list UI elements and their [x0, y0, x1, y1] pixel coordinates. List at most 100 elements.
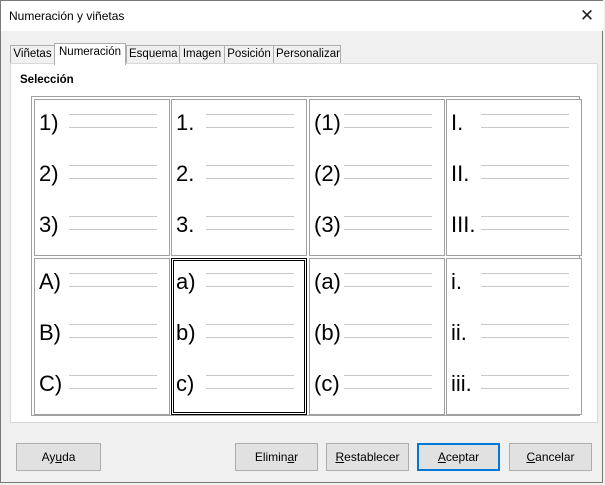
tab-esquema[interactable]: Esquema [126, 45, 180, 64]
preview-line [344, 178, 432, 179]
reset-button[interactable]: Restablecer [326, 443, 409, 471]
preset-number-label: III. [451, 212, 476, 237]
preset-line: A) [38, 268, 168, 298]
preview-line [206, 165, 294, 166]
preset-line: (b) [313, 319, 443, 349]
preset-number-label: (b) [314, 320, 341, 345]
preview-line [206, 216, 294, 217]
preview-line [481, 178, 569, 179]
preset-line: i. [450, 268, 580, 298]
delete-button[interactable]: Elimin a r [235, 443, 318, 471]
preset-line: (1) [313, 109, 443, 139]
preview-line [344, 388, 432, 389]
preset-line: (c) [313, 370, 443, 400]
preview-line [69, 178, 157, 179]
cancel-button[interactable]: Cancelar [509, 443, 592, 471]
preview-line [206, 273, 294, 274]
help-label-mnemonic: u [55, 450, 63, 464]
numbering-preset[interactable]: (a) (b) (c) [309, 258, 445, 415]
preset-number-label: A) [39, 269, 61, 294]
preview-line [344, 337, 432, 338]
preview-line [344, 286, 432, 287]
preview-line [481, 273, 569, 274]
numbering-preset[interactable]: I. II. III. [446, 99, 582, 256]
preset-number-label: B) [39, 320, 61, 345]
preview-line [481, 375, 569, 376]
tab-vinetas[interactable]: Viñetas [10, 45, 55, 64]
preview-line [481, 286, 569, 287]
preset-number-label: 1) [39, 110, 59, 135]
preview-line [344, 127, 432, 128]
numbering-preset[interactable]: 1) 2) 3) [34, 99, 170, 256]
help-button[interactable]: Ay u da [16, 443, 101, 471]
preset-number-label: a) [176, 269, 196, 294]
numbering-preset[interactable]: i. ii. iii. [446, 258, 582, 415]
preset-line: C) [38, 370, 168, 400]
title-bar: Numeración y viñetas ✕ [1, 1, 604, 31]
ok-label-mnemonic: A [437, 450, 446, 464]
tab-imagen[interactable]: Imagen [179, 45, 225, 64]
preset-line: 3) [38, 211, 168, 241]
preview-line [481, 114, 569, 115]
preview-line [69, 324, 157, 325]
preview-line [344, 165, 432, 166]
preset-number-label: (3) [314, 212, 341, 237]
preset-number-label: b) [176, 320, 196, 345]
preview-line [344, 324, 432, 325]
numbering-preset[interactable]: 1. 2. 3. [171, 99, 307, 256]
cancel-label-post: ancelar [535, 450, 575, 464]
preview-line [206, 324, 294, 325]
delete-label-mnemonic: a [287, 450, 295, 464]
preview-line [481, 165, 569, 166]
preset-number-label: (a) [314, 269, 341, 294]
preview-line [69, 229, 157, 230]
preview-line [344, 114, 432, 115]
preset-line: (3) [313, 211, 443, 241]
help-label-post: da [62, 450, 76, 464]
preview-line [481, 324, 569, 325]
preview-line [481, 229, 569, 230]
preview-line [206, 229, 294, 230]
preset-number-label: 1. [176, 110, 195, 135]
preview-line [69, 114, 157, 115]
selection-label: Selección [20, 74, 74, 86]
preset-number-label: 3) [39, 212, 59, 237]
numbering-preset[interactable]: a) b) c) [171, 258, 307, 415]
preset-line: 1) [38, 109, 168, 139]
preset-line: 2) [38, 160, 168, 190]
preset-line: 3. [175, 211, 305, 241]
numbering-preset[interactable]: (1) (2) (3) [309, 99, 445, 256]
preview-line [344, 273, 432, 274]
preview-line [69, 127, 157, 128]
tab-personalizar[interactable]: Personalizar [273, 45, 341, 64]
preset-number-label: I. [451, 110, 464, 135]
preset-number-label: (c) [314, 371, 340, 396]
reset-label-post: establecer [344, 450, 400, 464]
preset-number-label: 2) [39, 161, 59, 186]
preset-line: a) [175, 268, 305, 298]
preset-number-label: C) [39, 371, 63, 396]
tab-numeracion[interactable]: Numeración [54, 43, 126, 65]
reset-label-mnemonic: R [335, 450, 345, 464]
ok-button[interactable]: Aceptar [417, 443, 500, 471]
preset-line: II. [450, 160, 580, 190]
preview-line [481, 337, 569, 338]
numbering-preset[interactable]: A) B) C) [34, 258, 170, 415]
close-icon[interactable]: ✕ [576, 5, 598, 27]
preview-line [206, 337, 294, 338]
preset-line: (2) [313, 160, 443, 190]
preset-number-label: (1) [314, 110, 341, 135]
numbering-panel: Selección 1) 2) 3) 1. 2. 3. (1) (2) (3) I. II. III.… [10, 63, 598, 423]
preset-grid: 1) 2) 3) 1. 2. 3. (1) (2) (3) I. II. III. A) B) C) a) b)… [31, 96, 582, 416]
preview-line [344, 216, 432, 217]
delete-label-pre: Elimin [254, 450, 288, 464]
window-title: Numeración y viñetas [9, 9, 125, 23]
preset-line: I. [450, 109, 580, 139]
preset-number-label: 3. [176, 212, 195, 237]
preset-number-label: (2) [314, 161, 341, 186]
preset-number-label: c) [176, 371, 195, 396]
delete-label-post: r [294, 450, 299, 464]
preview-line [481, 388, 569, 389]
tab-posicion[interactable]: Posición [224, 45, 274, 64]
preset-line: 2. [175, 160, 305, 190]
